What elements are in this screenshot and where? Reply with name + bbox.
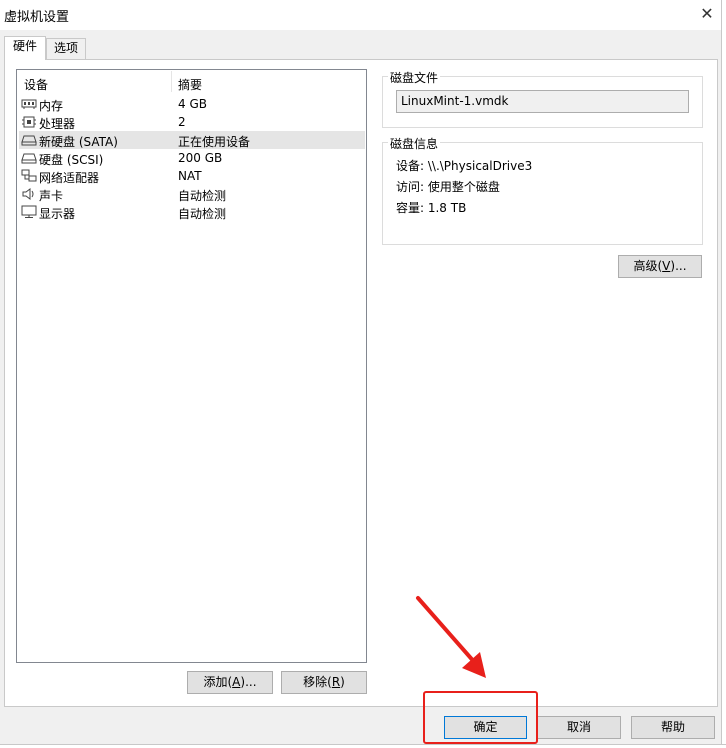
remove-label-tail: ) [340, 675, 345, 689]
annotation-arrow-icon [416, 596, 486, 678]
device-row-processor[interactable]: 处理器 2 [19, 113, 365, 131]
device-row-sound-card[interactable]: 声卡 自动检测 [19, 185, 365, 203]
device-summary: NAT [178, 169, 202, 183]
device-name: 硬盘 (SCSI) [39, 153, 104, 167]
device-summary: 正在使用设备 [178, 135, 251, 149]
window-title: 虚拟机设置 [4, 10, 70, 25]
help-button[interactable]: 帮助 [631, 716, 715, 739]
device-row-network-adapter[interactable]: 网络适配器 NAT [19, 167, 365, 185]
column-header-device[interactable]: 设备 [24, 76, 48, 93]
remove-accesskey: R [331, 675, 341, 689]
title-bar [0, 0, 726, 30]
remove-button[interactable]: 移除(R) [281, 671, 367, 694]
device-name: 处理器 [39, 117, 76, 131]
disk-file-field[interactable]: LinuxMint-1.vmdk [396, 90, 689, 113]
disk-info-device: 设备: \\.\PhysicalDrive3 [396, 159, 533, 173]
device-name: 新硬盘 (SATA) [39, 135, 118, 149]
device-summary: 自动检测 [178, 189, 227, 203]
device-summary: 2 [178, 115, 186, 129]
remove-label: 移除( [303, 675, 332, 689]
annotation-highlight-box [423, 691, 538, 744]
add-label: 添加( [203, 675, 233, 689]
add-button[interactable]: 添加(A)... [187, 671, 273, 694]
window-right-edge [721, 0, 726, 748]
monitor-icon [21, 205, 37, 218]
hard-disk-icon [21, 153, 37, 164]
hard-disk-icon [21, 135, 37, 146]
advanced-label-tail: )... [670, 259, 687, 273]
tab-hardware[interactable]: 硬件 [4, 36, 46, 60]
device-name: 内存 [39, 99, 64, 113]
device-summary: 自动检测 [178, 207, 227, 221]
close-button[interactable]: ✕ [694, 2, 720, 26]
window-bottom-edge [0, 744, 726, 748]
network-adapter-icon [21, 169, 37, 182]
advanced-button[interactable]: 高级(V)... [618, 255, 702, 278]
device-row-display[interactable]: 显示器 自动检测 [19, 203, 365, 221]
device-row-new-hard-disk-sata[interactable]: 新硬盘 (SATA) 正在使用设备 [19, 131, 365, 149]
device-name: 声卡 [39, 189, 64, 203]
cancel-button[interactable]: 取消 [537, 716, 621, 739]
speaker-icon [22, 188, 34, 200]
column-divider[interactable] [171, 71, 172, 92]
disk-file-label: 磁盘文件 [388, 69, 441, 86]
disk-info-label: 磁盘信息 [388, 135, 441, 152]
disk-info-access: 访问: 使用整个磁盘 [396, 180, 500, 194]
device-summary: 200 GB [178, 151, 223, 165]
device-row-memory[interactable]: 内存 4 GB [19, 95, 365, 113]
memory-icon [21, 99, 37, 109]
processor-icon [22, 116, 36, 128]
device-summary: 4 GB [178, 97, 207, 111]
device-name: 显示器 [39, 207, 76, 221]
device-name: 网络适配器 [39, 171, 100, 185]
column-header-summary[interactable]: 摘要 [178, 76, 202, 93]
tab-options[interactable]: 选项 [46, 38, 86, 59]
advanced-label: 高级( [633, 259, 663, 273]
add-label-tail: )... [240, 675, 257, 689]
device-row-hard-disk-scsi[interactable]: 硬盘 (SCSI) 200 GB [19, 149, 365, 167]
disk-info-capacity: 容量: 1.8 TB [396, 201, 467, 215]
